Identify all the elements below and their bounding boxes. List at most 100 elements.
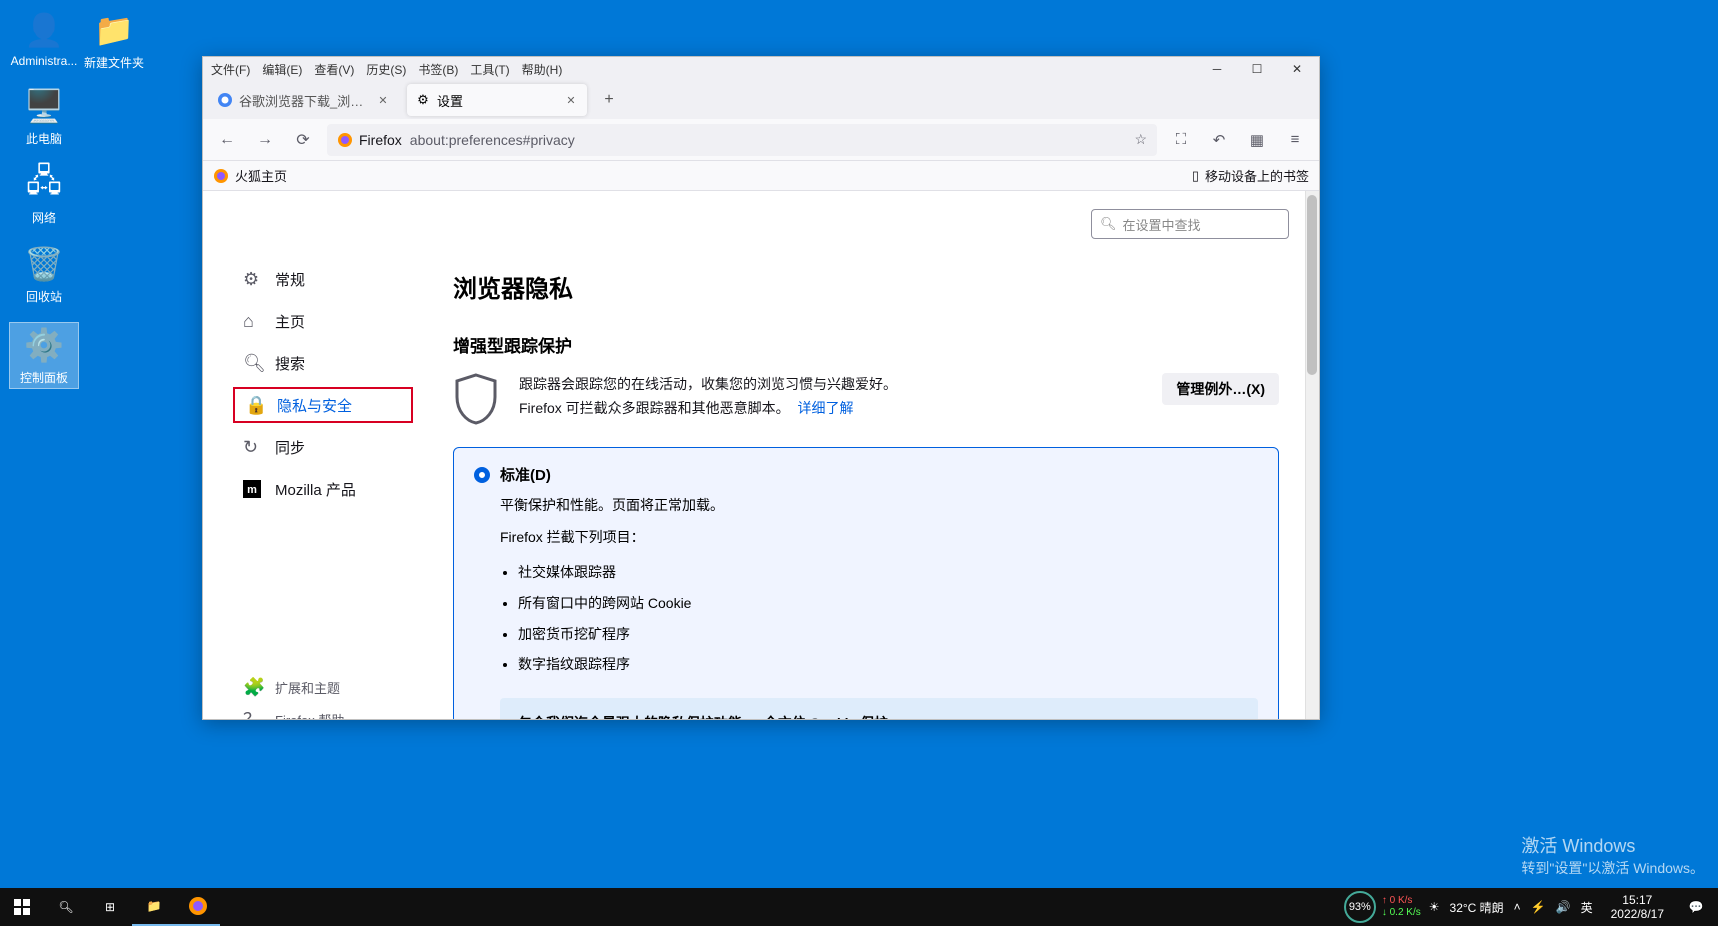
- taskbar-clock[interactable]: 15:17 2022/8/17: [1601, 893, 1674, 922]
- intro-line2: Firefox 可拦截众多跟踪器和其他恶意脚本。: [519, 400, 790, 416]
- menu-help[interactable]: 帮助(H): [522, 61, 563, 78]
- cookie-protection-card: 包含我们迄今最强大的隐私保护功能 — 全方位 Cookie 保护 "全方位 Co…: [500, 698, 1258, 719]
- search-icon: 🔍︎: [1100, 216, 1117, 232]
- bookmark-mobile[interactable]: ▯ 移动设备上的书签: [1192, 166, 1309, 185]
- desktop-icon-controlpanel[interactable]: ⚙️控制面板: [10, 323, 78, 388]
- standard-desc: 平衡保护和性能。页面将正常加载。: [500, 495, 1258, 515]
- notifications-button[interactable]: 💬: [1674, 888, 1718, 926]
- sidebar-item-help[interactable]: ？Firefox 帮助: [233, 704, 413, 719]
- desktop-icon-network[interactable]: 🖧网络: [10, 165, 78, 226]
- bookmark-firefox-home[interactable]: 火狐主页: [213, 166, 287, 185]
- firefox-icon: [213, 168, 229, 184]
- gear-icon: ⚙: [243, 269, 263, 290]
- manage-exceptions-button[interactable]: 管理例外…(X): [1162, 373, 1279, 405]
- network-icon[interactable]: ⚡: [1531, 900, 1546, 914]
- scrollbar[interactable]: [1305, 191, 1319, 719]
- minimize-button[interactable]: ─: [1203, 59, 1231, 79]
- tracking-standard-option[interactable]: 标准(D) 平衡保护和性能。页面将正常加载。 Firefox 拦截下列项目： 社…: [453, 447, 1279, 719]
- tray-chevron-up-icon[interactable]: ˄: [1514, 900, 1521, 914]
- screenshot-icon[interactable]: ⛶: [1167, 126, 1195, 154]
- intro-line1: 跟踪器会跟踪您的在线活动，收集您的浏览习惯与兴趣爱好。: [519, 373, 1142, 397]
- sidebar-item-privacy[interactable]: 🔒隐私与安全: [233, 387, 413, 423]
- desktop-icon-thispc[interactable]: 🖥️此电脑: [10, 86, 78, 147]
- taskbar-explorer[interactable]: 📁: [132, 888, 176, 926]
- sidebar-item-general[interactable]: ⚙常规: [233, 261, 413, 297]
- ime-indicator[interactable]: 英: [1581, 899, 1593, 916]
- network-monitor[interactable]: 93% ↑ 0 K/s ↓ 0.2 K/s: [1344, 891, 1421, 923]
- list-item: 社交媒体跟踪器: [518, 557, 1258, 588]
- start-button[interactable]: [0, 888, 44, 926]
- back-button[interactable]: ←: [213, 126, 241, 154]
- chrome-icon: [217, 92, 233, 108]
- desktop-icon-recycle[interactable]: 🗑️回收站: [10, 244, 78, 305]
- reload-button[interactable]: ⟳: [289, 126, 317, 154]
- user-icon: 👤: [24, 10, 64, 50]
- sidebar-item-sync[interactable]: ↻同步: [233, 429, 413, 465]
- folder-icon: 📁: [94, 10, 134, 50]
- maximize-button[interactable]: ☐: [1243, 59, 1271, 79]
- close-button[interactable]: ✕: [1283, 59, 1311, 79]
- shield-icon: [453, 373, 499, 425]
- toolbar: ← → ⟳ Firefox about:preferences#privacy …: [203, 119, 1319, 161]
- lock-icon: 🔒: [245, 395, 265, 416]
- bookmark-star-icon[interactable]: ☆: [1134, 131, 1147, 148]
- taskbar: 🔍︎ ⊞ 📁 93% ↑ 0 K/s ↓ 0.2 K/s ☀ 32°C 晴朗 ˄…: [0, 888, 1718, 926]
- sidebar-item-search[interactable]: 🔍︎搜索: [233, 345, 413, 381]
- battery-indicator: 93%: [1344, 891, 1376, 923]
- option-standard-label: 标准(D): [500, 464, 551, 485]
- blocks-label: Firefox 拦截下列项目：: [500, 527, 1258, 547]
- section-title: 增强型跟踪保护: [453, 332, 1279, 357]
- preferences-content: ⚙常规 ⌂主页 🔍︎搜索 🔒隐私与安全 ↻同步 mMozilla 产品 🧩扩展和…: [203, 191, 1319, 719]
- scrollbar-thumb[interactable]: [1307, 195, 1317, 375]
- forward-button[interactable]: →: [251, 126, 279, 154]
- mozilla-icon: m: [243, 480, 263, 498]
- menu-tools[interactable]: 工具(T): [470, 61, 509, 78]
- radio-standard[interactable]: [474, 467, 490, 483]
- firefox-icon: [337, 132, 353, 148]
- activation-watermark: 激活 Windows 转到"设置"以激活 Windows。: [1521, 832, 1704, 878]
- tab-chrome-download[interactable]: 谷歌浏览器下载_浏览器官网入口 ✕: [209, 84, 399, 116]
- list-item: 加密货币挖矿程序: [518, 619, 1258, 650]
- menu-bookmarks[interactable]: 书签(B): [418, 61, 458, 78]
- hamburger-menu-icon[interactable]: ≡: [1281, 126, 1309, 154]
- menu-file[interactable]: 文件(F): [211, 61, 250, 78]
- learn-more-link[interactable]: 详细了解: [797, 400, 853, 416]
- tracking-intro: 跟踪器会跟踪您的在线活动，收集您的浏览习惯与兴趣爱好。 Firefox 可拦截众…: [453, 373, 1279, 425]
- menu-view[interactable]: 查看(V): [314, 61, 354, 78]
- sub-title: 包含我们迄今最强大的隐私保护功能 — 全方位 Cookie 保护: [518, 712, 1240, 719]
- sidebar-item-mozilla[interactable]: mMozilla 产品: [233, 471, 413, 507]
- grid-icon[interactable]: ▦: [1243, 126, 1271, 154]
- recycle-icon: 🗑️: [24, 244, 64, 284]
- list-item: 数字指纹跟踪程序: [518, 649, 1258, 680]
- menu-edit[interactable]: 编辑(E): [262, 61, 302, 78]
- menu-history[interactable]: 历史(S): [366, 61, 406, 78]
- search-button[interactable]: 🔍︎: [44, 888, 88, 926]
- undo-icon[interactable]: ↶: [1205, 126, 1233, 154]
- taskbar-firefox[interactable]: [176, 888, 220, 926]
- desktop-icon-admin[interactable]: 👤Administra...: [10, 10, 78, 68]
- pc-icon: 🖥️: [24, 86, 64, 126]
- system-tray: ☀ 32°C 晴朗 ˄ ⚡ 🔊 英: [1421, 899, 1601, 916]
- sidebar-item-home[interactable]: ⌂主页: [233, 303, 413, 339]
- mobile-icon: ▯: [1192, 168, 1199, 184]
- svg-text:m: m: [247, 484, 257, 496]
- weather-widget[interactable]: 32°C 晴朗: [1450, 899, 1504, 916]
- volume-icon[interactable]: 🔊: [1556, 900, 1571, 914]
- new-tab-button[interactable]: +: [595, 86, 623, 114]
- sidebar-item-extensions[interactable]: 🧩扩展和主题: [233, 672, 413, 702]
- firefox-window: 文件(F) 编辑(E) 查看(V) 历史(S) 书签(B) 工具(T) 帮助(H…: [202, 56, 1320, 720]
- page-title: 浏览器隐私: [453, 269, 1279, 304]
- close-icon[interactable]: ✕: [563, 92, 579, 108]
- preferences-sidebar: ⚙常规 ⌂主页 🔍︎搜索 🔒隐私与安全 ↻同步 mMozilla 产品 🧩扩展和…: [203, 191, 413, 719]
- search-settings-input[interactable]: 🔍︎ 在设置中查找: [1091, 209, 1289, 239]
- desktop-icon-newfolder[interactable]: 📁新建文件夹: [80, 10, 148, 71]
- controlpanel-icon: ⚙️: [24, 325, 64, 365]
- taskview-button[interactable]: ⊞: [88, 888, 132, 926]
- tab-settings[interactable]: ⚙ 设置 ✕: [407, 84, 587, 116]
- url-bar[interactable]: Firefox about:preferences#privacy ☆: [327, 124, 1157, 156]
- sync-icon: ↻: [243, 437, 263, 458]
- close-icon[interactable]: ✕: [375, 92, 391, 108]
- list-item: 所有窗口中的跨网站 Cookie: [518, 588, 1258, 619]
- gear-icon: ⚙: [415, 92, 431, 108]
- preferences-main: 🔍︎ 在设置中查找 浏览器隐私 增强型跟踪保护 跟踪器会跟踪您的在线活动，收集您…: [413, 191, 1319, 719]
